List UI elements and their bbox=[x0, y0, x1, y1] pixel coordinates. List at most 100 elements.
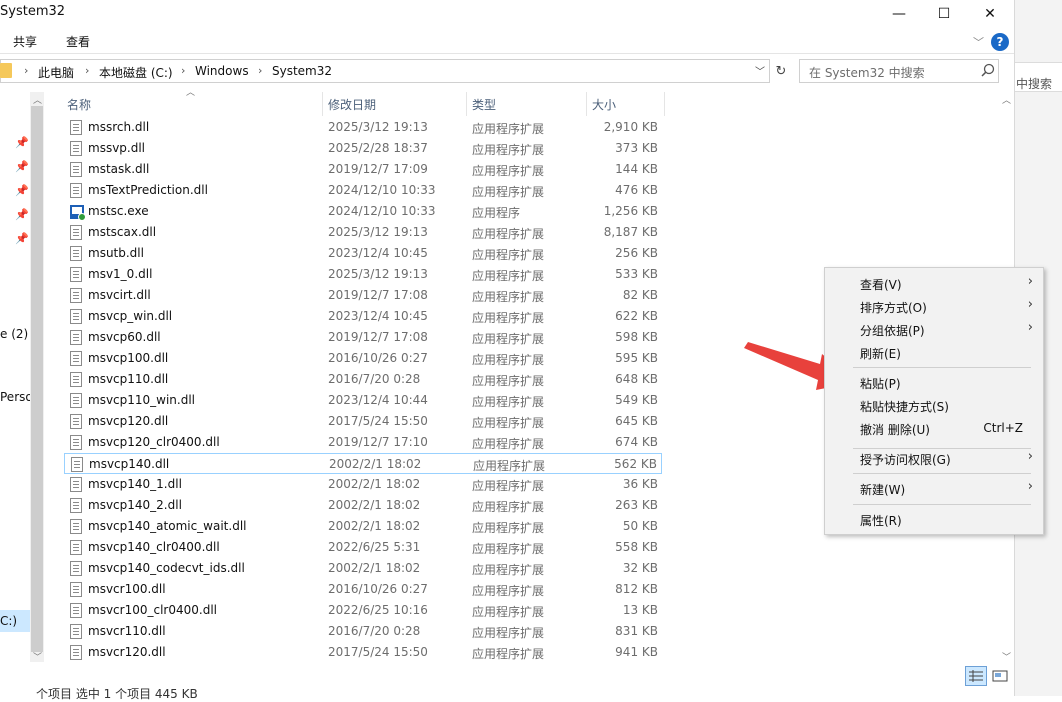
pin-icon[interactable]: 📌 bbox=[15, 232, 29, 245]
file-row[interactable]: mssvp.dll 2025/2/28 18:37 应用程序扩展 373 KB bbox=[64, 138, 662, 159]
file-row[interactable]: mstscax.dll 2025/3/12 19:13 应用程序扩展 8,187 KB bbox=[64, 222, 662, 243]
scroll-up-icon[interactable]: ︿ bbox=[1002, 93, 1011, 106]
menu-item-give-access[interactable]: 授予访问权限(G) bbox=[860, 451, 951, 468]
file-row[interactable]: msvcr100_clr0400.dll 2022/6/25 10:16 应用程序扩… bbox=[64, 600, 662, 621]
file-name: msv1_0.dll bbox=[88, 267, 153, 281]
minimize-button[interactable]: — bbox=[876, 0, 922, 28]
help-icon[interactable]: ? bbox=[991, 33, 1009, 51]
breadcrumb-system32[interactable]: System32 bbox=[272, 64, 332, 78]
column-header-type[interactable]: 类型 bbox=[472, 96, 496, 113]
file-row[interactable]: msvcp110.dll 2016/7/20 0:28 应用程序扩展 648 KB bbox=[64, 369, 662, 390]
status-text: 个项目 选中 1 个项目 445 KB bbox=[36, 687, 198, 701]
file-row[interactable]: msvcp60.dll 2019/12/7 17:08 应用程序扩展 598 KB bbox=[64, 327, 662, 348]
file-size: 263 KB bbox=[615, 498, 658, 512]
menu-item-sort-by[interactable]: 排序方式(O) bbox=[860, 299, 927, 316]
file-row[interactable]: msvcr100.dll 2016/10/26 0:27 应用程序扩展 812 KB bbox=[64, 579, 662, 600]
file-type: 应用程序扩展 bbox=[472, 185, 545, 199]
menu-item-new[interactable]: 新建(W) bbox=[860, 481, 905, 498]
column-divider[interactable] bbox=[322, 92, 323, 116]
file-row[interactable]: msvcr110.dll 2016/7/20 0:28 应用程序扩展 831 KB bbox=[64, 621, 662, 642]
file-type: 应用程序扩展 bbox=[472, 605, 545, 619]
column-divider[interactable] bbox=[586, 92, 587, 116]
large-icons-view-icon[interactable] bbox=[990, 666, 1010, 686]
dll-file-icon bbox=[70, 498, 82, 513]
file-size: 648 KB bbox=[615, 372, 658, 386]
file-row[interactable]: msvcr120.dll 2017/5/24 15:50 应用程序扩展 941 KB bbox=[64, 642, 662, 663]
scroll-up-icon[interactable]: ︿ bbox=[33, 93, 42, 106]
column-divider[interactable] bbox=[466, 92, 467, 116]
file-row[interactable]: msvcp120.dll 2017/5/24 15:50 应用程序扩展 645 KB bbox=[64, 411, 662, 432]
breadcrumb-this-pc[interactable]: 此电脑 bbox=[38, 64, 74, 81]
file-row[interactable]: mstask.dll 2019/12/7 17:09 应用程序扩展 144 KB bbox=[64, 159, 662, 180]
nav-item-partial[interactable]: Perso bbox=[0, 390, 33, 404]
file-row[interactable]: msTextPrediction.dll 2024/12/10 10:33 应用程序… bbox=[64, 180, 662, 201]
column-header-name[interactable]: 名称 bbox=[67, 96, 91, 113]
file-row[interactable]: msvcp140_1.dll 2002/2/1 18:02 应用程序扩展 36 KB bbox=[64, 474, 662, 495]
file-date: 2019/12/7 17:09 bbox=[328, 162, 428, 176]
file-row[interactable]: msvcp_win.dll 2023/12/4 10:45 应用程序扩展 622 KB bbox=[64, 306, 662, 327]
tab-view[interactable]: 查看 bbox=[66, 33, 90, 50]
file-type: 应用程序扩展 bbox=[472, 647, 545, 661]
menu-item-group-by[interactable]: 分组依据(P) bbox=[860, 322, 925, 339]
file-name: mssrch.dll bbox=[88, 120, 150, 134]
file-row[interactable]: mssrch.dll 2025/3/12 19:13 应用程序扩展 2,910 KB bbox=[64, 117, 662, 138]
file-row[interactable]: msv1_0.dll 2025/3/12 19:13 应用程序扩展 533 KB bbox=[64, 264, 662, 285]
menu-item-paste[interactable]: 粘贴(P) bbox=[860, 375, 901, 392]
details-view-icon[interactable] bbox=[965, 666, 987, 686]
file-type: 应用程序扩展 bbox=[472, 521, 545, 535]
column-divider[interactable] bbox=[664, 92, 665, 116]
pin-icon[interactable]: 📌 bbox=[15, 136, 29, 149]
scroll-down-icon[interactable]: ﹀ bbox=[1002, 650, 1011, 663]
menu-item-properties[interactable]: 属性(R) bbox=[860, 512, 902, 529]
dll-file-icon bbox=[70, 330, 82, 345]
file-row[interactable]: msvcp140_clr0400.dll 2022/6/25 5:31 应用程序扩展… bbox=[64, 537, 662, 558]
breadcrumb-separator[interactable]: › bbox=[258, 64, 262, 77]
nav-scrollbar-thumb[interactable] bbox=[31, 106, 43, 652]
tab-share[interactable]: 共享 bbox=[13, 33, 37, 50]
breadcrumb-separator[interactable]: › bbox=[181, 64, 185, 77]
file-row[interactable]: msutb.dll 2023/12/4 10:45 应用程序扩展 256 KB bbox=[64, 243, 662, 264]
pin-icon[interactable]: 📌 bbox=[15, 208, 29, 221]
file-name: msvcp140_clr0400.dll bbox=[88, 540, 220, 554]
column-header-size[interactable]: 大小 bbox=[592, 96, 616, 113]
breadcrumb-separator[interactable]: › bbox=[24, 64, 28, 77]
refresh-icon[interactable]: ↻ bbox=[772, 59, 790, 83]
scroll-down-icon[interactable]: ﹀ bbox=[33, 650, 42, 663]
file-row[interactable]: mstsc.exe 2024/12/10 10:33 应用程序 1,256 KB bbox=[64, 201, 662, 222]
file-name: msvcp140_1.dll bbox=[88, 477, 182, 491]
file-date: 2023/12/4 10:45 bbox=[328, 246, 428, 260]
menu-item-undo-delete[interactable]: 撤消 删除(U) bbox=[860, 421, 930, 438]
search-icon[interactable] bbox=[980, 62, 996, 80]
file-row[interactable]: msvcp140_atomic_wait.dll 2002/2/1 18:02 应用… bbox=[64, 516, 662, 537]
nav-item-drive-c[interactable]: C:) bbox=[0, 614, 17, 628]
file-row[interactable]: msvcp120_clr0400.dll 2019/12/7 17:10 应用程序扩… bbox=[64, 432, 662, 453]
file-date: 2002/2/1 18:02 bbox=[328, 561, 421, 575]
nav-item-partial[interactable]: e (2) bbox=[0, 327, 28, 341]
breadcrumb-windows[interactable]: Windows bbox=[195, 64, 249, 78]
file-row-selected[interactable]: msvcp140.dll 2002/2/1 18:02 应用程序扩展 562 KB bbox=[64, 453, 662, 474]
chevron-down-icon[interactable]: ﹀ bbox=[973, 34, 984, 50]
file-row[interactable]: msvcp140_codecvt_ids.dll 2002/2/1 18:02 应用… bbox=[64, 558, 662, 579]
dll-file-icon bbox=[70, 309, 82, 324]
address-dropdown-icon[interactable]: ﹀ bbox=[753, 63, 767, 79]
close-button[interactable]: ✕ bbox=[967, 0, 1013, 28]
menu-item-refresh[interactable]: 刷新(E) bbox=[860, 345, 901, 362]
column-header-date[interactable]: 修改日期 bbox=[328, 96, 376, 113]
maximize-button[interactable]: ☐ bbox=[921, 0, 967, 28]
file-row[interactable]: msvcp110_win.dll 2023/12/4 10:44 应用程序扩展 549… bbox=[64, 390, 662, 411]
file-date: 2022/6/25 10:16 bbox=[328, 603, 428, 617]
pin-icon[interactable]: 📌 bbox=[15, 184, 29, 197]
menu-separator bbox=[853, 448, 1031, 449]
file-row[interactable]: msvcirt.dll 2019/12/7 17:08 应用程序扩展 82 KB bbox=[64, 285, 662, 306]
menu-item-view[interactable]: 查看(V) bbox=[860, 276, 902, 293]
file-row[interactable]: msvcp100.dll 2016/10/26 0:27 应用程序扩展 595 KB bbox=[64, 348, 662, 369]
folder-icon bbox=[0, 63, 12, 78]
file-size: 32 KB bbox=[622, 561, 658, 575]
breadcrumb-separator[interactable]: › bbox=[85, 64, 89, 77]
pin-icon[interactable]: 📌 bbox=[15, 160, 29, 173]
menu-item-paste-shortcut[interactable]: 粘贴快捷方式(S) bbox=[860, 398, 949, 415]
dll-file-icon bbox=[70, 582, 82, 597]
file-row[interactable]: msvcp140_2.dll 2002/2/1 18:02 应用程序扩展 263 KB bbox=[64, 495, 662, 516]
breadcrumb-local-disk[interactable]: 本地磁盘 (C:) bbox=[99, 64, 173, 81]
file-date: 2019/12/7 17:08 bbox=[328, 288, 428, 302]
